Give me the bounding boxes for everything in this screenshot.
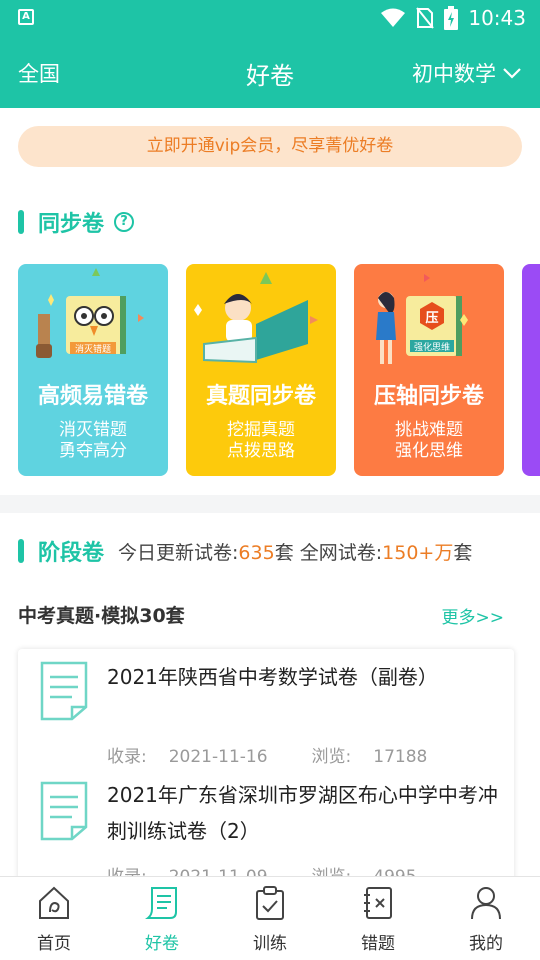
clipboard-icon xyxy=(256,886,284,920)
tab-training[interactable]: 训练 xyxy=(216,877,324,960)
status-bar: A 10:43 xyxy=(0,0,540,36)
section-accent-bar xyxy=(18,539,24,563)
chevron-down-icon xyxy=(503,68,521,79)
stage-section-header: 阶段卷 今日更新试卷:635套 全网试卷:150+万套 xyxy=(18,535,472,567)
card-subtitle: 消灭错题 勇夺高分 xyxy=(18,420,168,462)
bottom-tab-bar: 首页 好卷 训练 错题 我的 xyxy=(0,876,540,960)
paper-icon xyxy=(145,887,177,919)
tab-mistakes[interactable]: 错题 xyxy=(324,877,432,960)
tab-mine[interactable]: 我的 xyxy=(432,877,540,960)
date-label: 收录: xyxy=(107,747,147,767)
tab-label: 错题 xyxy=(361,934,395,954)
document-icon xyxy=(40,781,88,841)
date-value: 2021-11-16 xyxy=(168,747,268,767)
item-meta: 收录: 2021-11-09 浏览: 4995 xyxy=(107,862,461,876)
list-title: 中考真题·模拟30套 xyxy=(18,605,185,627)
card-title: 压轴同步卷 xyxy=(373,384,484,409)
scroll-content[interactable]: 立即开通vip会员，尽享菁优好卷 同步卷 ? 消灭错题 高频易错卷 消灭错题 勇… xyxy=(0,108,540,876)
views-value: 17188 xyxy=(373,747,428,767)
card-subtitle-line: 挖掘真题 xyxy=(227,420,295,440)
sync-section-header: 同步卷 ? xyxy=(18,206,135,238)
more-link[interactable]: 更多>> xyxy=(442,603,505,628)
subject-label: 初中数学 xyxy=(412,62,496,86)
tab-label: 训练 xyxy=(253,934,287,954)
card-subtitle-line: 挑战难题 xyxy=(395,420,463,440)
total-count: 150+万 xyxy=(382,541,454,564)
sync-section-title: 同步卷 xyxy=(38,212,105,237)
card-real-exam[interactable]: 真题同步卷 挖掘真题 点拨思路 xyxy=(186,264,336,476)
card-subtitle-line: 强化思维 xyxy=(395,441,463,461)
tab-label: 我的 xyxy=(469,934,503,954)
card-subtitle: 挖掘真题 点拨思路 xyxy=(186,420,336,462)
tab-label: 好卷 xyxy=(145,934,179,954)
girl-book-illustration: 压 强化思维 xyxy=(376,274,468,364)
clock: 10:43 xyxy=(468,6,526,30)
student-reading-illustration xyxy=(194,272,318,364)
tab-home[interactable]: 首页 xyxy=(0,877,108,960)
set-unit: 套 xyxy=(274,541,294,564)
section-accent-bar xyxy=(18,210,24,234)
stage-stats: 今日更新试卷:635套 全网试卷:150+万套 xyxy=(118,538,472,565)
views-value: 4995 xyxy=(373,867,416,876)
card-title: 高频易错卷 xyxy=(37,384,148,409)
card-subtitle-line: 勇夺高分 xyxy=(59,441,127,461)
tab-label: 首页 xyxy=(37,934,71,954)
card-subtitle-line: 点拨思路 xyxy=(227,441,295,461)
tab-papers[interactable]: 好卷 xyxy=(108,877,216,960)
sync-section: 立即开通vip会员，尽享菁优好卷 同步卷 ? 消灭错题 高频易错卷 消灭错题 勇… xyxy=(0,108,540,495)
date-value: 2021-11-09 xyxy=(169,867,268,876)
wifi-icon xyxy=(381,8,406,27)
stage-section-title: 阶段卷 xyxy=(38,541,105,566)
card-final-problem[interactable]: 压 强化思维 压轴同步卷 挑战难题 强化思维 xyxy=(354,264,504,476)
app-notification-icon: A xyxy=(18,9,34,25)
card-badge: 强化思维 xyxy=(414,341,450,353)
battery-icon xyxy=(444,6,459,30)
owl-book-illustration: 消灭错题 xyxy=(36,268,144,358)
item-meta: 收录: 2021-11-16 浏览: 17188 xyxy=(107,742,471,767)
home-icon xyxy=(39,886,69,919)
today-count: 635 xyxy=(238,541,275,564)
notebook-icon xyxy=(364,887,392,919)
vip-banner[interactable]: 立即开通vip会员，尽享菁优好卷 xyxy=(18,126,522,167)
subject-selector[interactable]: 初中数学 xyxy=(412,58,522,88)
list-item[interactable]: 2021年陕西省中考数学试卷（副卷） 收录: 2021-11-16 浏览: 17188 xyxy=(18,649,514,779)
app-header: 全国 好卷 初中数学 xyxy=(0,36,540,108)
user-icon xyxy=(471,887,501,920)
views-label: 浏览: xyxy=(312,867,352,876)
today-label: 今日更新试卷: xyxy=(118,541,239,564)
card-badge: 消灭错题 xyxy=(75,343,111,355)
card-subtitle-line: 消灭错题 xyxy=(59,420,127,440)
paper-list: 2021年陕西省中考数学试卷（副卷） 收录: 2021-11-16 浏览: 17188… xyxy=(18,649,514,876)
no-sim-icon xyxy=(416,7,435,29)
item-title: 2021年广东省深圳市罗湖区布心中学中考冲刺训练试卷（2） xyxy=(107,783,498,843)
help-icon[interactable]: ? xyxy=(114,212,135,232)
item-title: 2021年陕西省中考数学试卷（副卷） xyxy=(107,665,438,689)
list-item[interactable]: 2021年广东省深圳市罗湖区布心中学中考冲刺训练试卷（2） 收录: 2021-11… xyxy=(18,779,514,876)
views-label: 浏览: xyxy=(311,747,352,767)
stage-section: 阶段卷 今日更新试卷:635套 全网试卷:150+万套 中考真题·模拟30套 更… xyxy=(0,513,540,876)
card-title: 真题同步卷 xyxy=(205,384,316,409)
total-label: 全网试卷: xyxy=(293,541,383,564)
card-high-freq[interactable]: 消灭错题 高频易错卷 消灭错题 勇夺高分 xyxy=(18,264,168,476)
card-glyph: 压 xyxy=(425,311,438,326)
date-label: 收录: xyxy=(107,867,147,876)
card-subtitle: 挑战难题 强化思维 xyxy=(354,420,504,462)
card-partial[interactable] xyxy=(522,264,540,476)
set-unit: 套 xyxy=(453,541,473,564)
document-icon xyxy=(40,661,88,721)
